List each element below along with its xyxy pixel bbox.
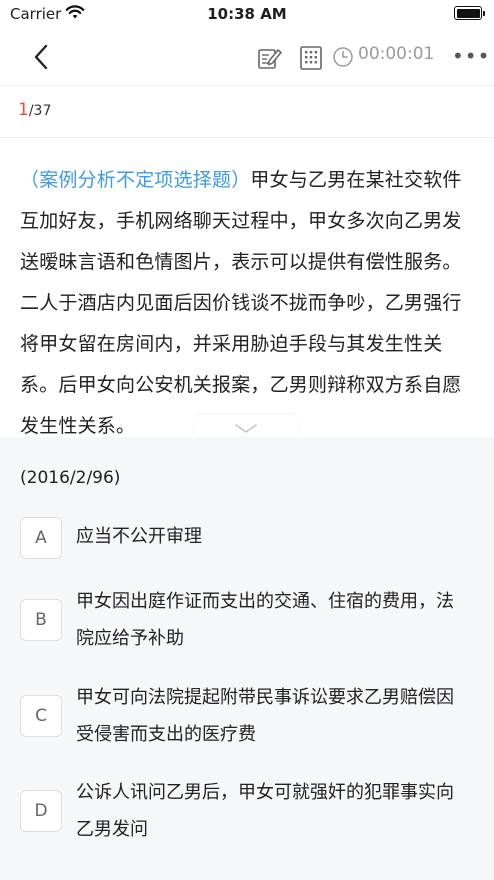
option-c[interactable]: C 甲女可向法院提起附带民事诉讼要求乙男赔偿因受侵害而支出的医疗费 (20, 679, 474, 753)
option-text[interactable]: 甲女因出庭作证而支出的交通、住宿的费用，法院应给予补助 (76, 583, 468, 657)
option-text[interactable]: 公诉人讯问乙男后，甲女可就强奸的犯罪事实向乙男发问 (76, 774, 468, 848)
option-letter[interactable]: B (20, 599, 62, 641)
question-source: (2016/2/96) (20, 468, 121, 488)
option-letter[interactable]: A (20, 517, 62, 559)
option-b[interactable]: B 甲女因出庭作证而支出的交通、住宿的费用，法院应给予补助 (20, 583, 474, 657)
chevron-down-icon (235, 424, 257, 433)
status-time: 10:38 AM (207, 5, 287, 23)
question-stem: （案例分析不定项选择题）甲女与乙男在某社交软件互加好友，手机网络聊天过程中，甲女… (20, 160, 472, 447)
status-bar: Carrier 10:38 AM (0, 0, 494, 30)
option-letter[interactable]: C (20, 695, 62, 737)
nav-bar: 00:00:01 ••• (0, 30, 494, 86)
elapsed-timer: 00:00:01 (358, 44, 435, 64)
more-icon[interactable]: ••• (452, 44, 490, 68)
back-arrow-icon[interactable] (28, 42, 58, 72)
clock-icon (332, 46, 354, 72)
question-progress: 1/37 (18, 100, 51, 120)
option-text[interactable]: 应当不公开审理 (76, 518, 468, 555)
total-question-count: /37 (28, 103, 52, 119)
divider (0, 137, 494, 138)
question-type-label: （案例分析不定项选择题） (20, 169, 251, 191)
question-text: 甲女与乙男在某社交软件互加好友，手机网络聊天过程中，甲女多次向乙男发送暧昧言语和… (20, 169, 462, 437)
battery-icon (454, 6, 485, 20)
answer-sheet-icon[interactable] (299, 45, 323, 75)
current-question-number: 1 (18, 100, 29, 120)
option-letter[interactable]: D (20, 790, 62, 832)
option-d[interactable]: D 公诉人讯问乙男后，甲女可就强奸的犯罪事实向乙男发问 (20, 774, 474, 848)
note-edit-icon[interactable] (256, 45, 282, 75)
option-a[interactable]: A 应当不公开审理 (20, 517, 474, 559)
option-text[interactable]: 甲女可向法院提起附带民事诉讼要求乙男赔偿因受侵害而支出的医疗费 (76, 679, 468, 753)
